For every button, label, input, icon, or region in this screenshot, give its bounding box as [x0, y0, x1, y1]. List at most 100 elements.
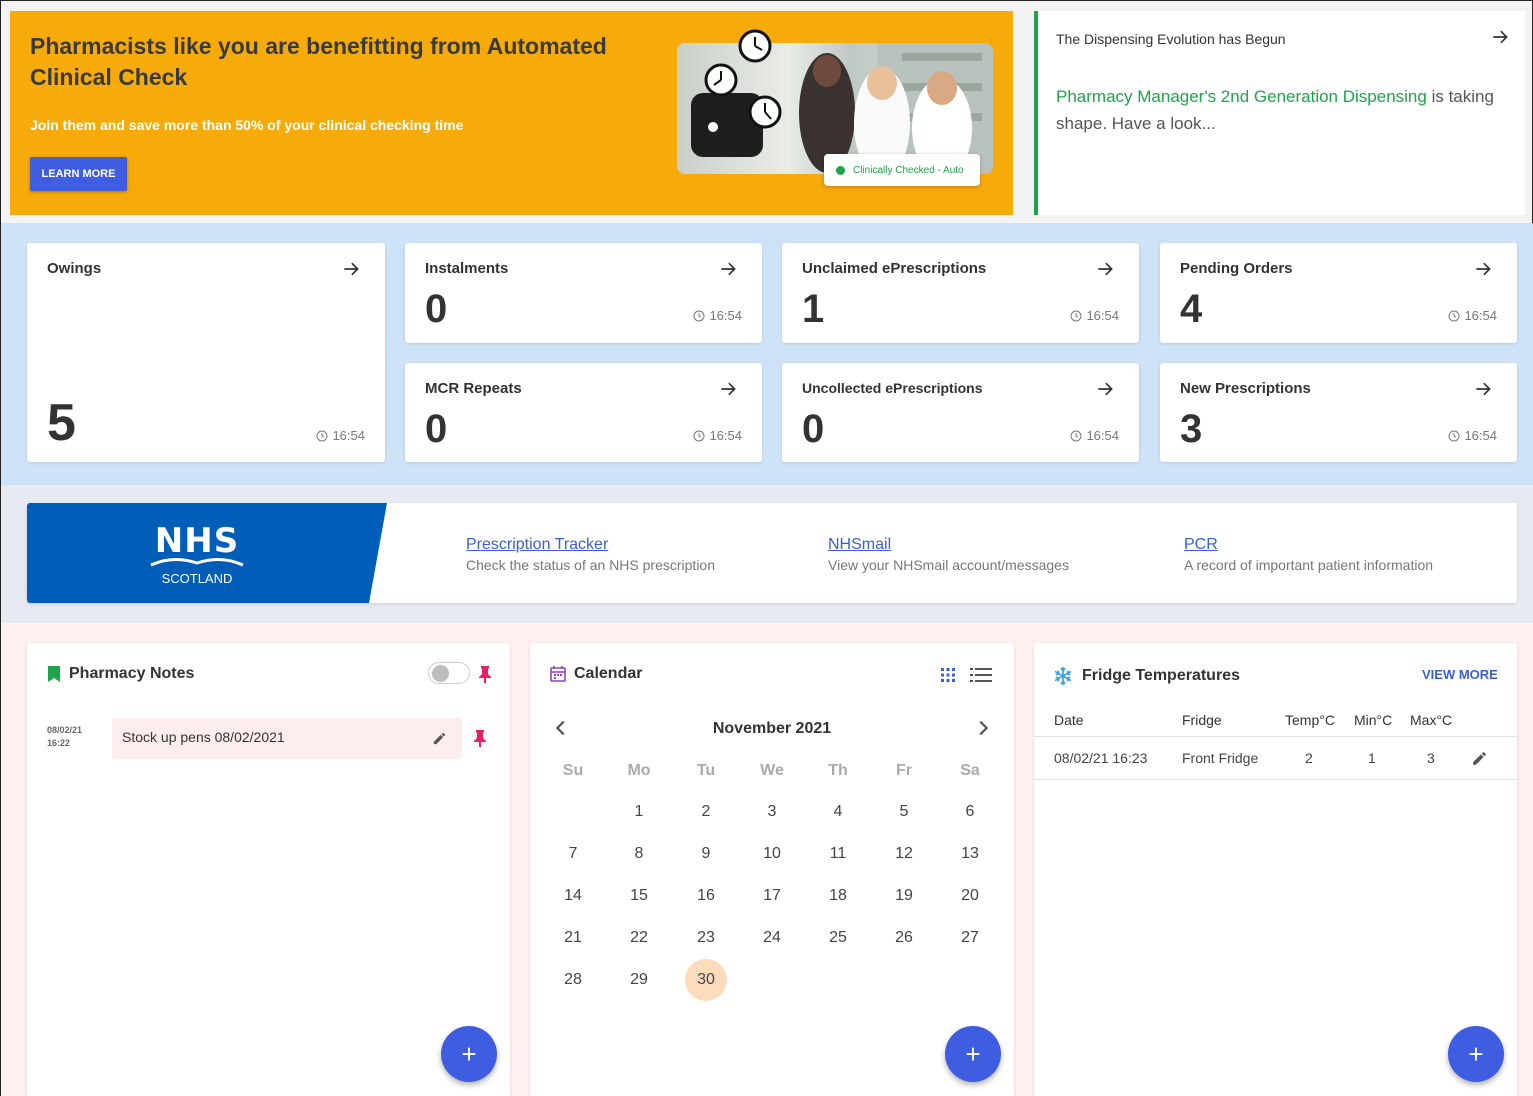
evolution-text: Pharmacy Manager's 2nd Generation Dispen… [1056, 83, 1496, 137]
clock-icon [693, 430, 705, 441]
note-date-day: 08/02/21 [47, 725, 83, 735]
arrow-right-icon[interactable] [1473, 259, 1493, 279]
arrow-right-icon[interactable] [718, 259, 738, 279]
weekday-header: Fr [896, 762, 912, 779]
calendar-day[interactable]: 23 [685, 917, 727, 959]
stat-time: 16:54 [1070, 308, 1119, 323]
stat-card-pending-orders[interactable]: Pending Orders 4 16:54 [1160, 243, 1517, 343]
calendar-day[interactable]: 22 [618, 917, 660, 959]
calendar-day[interactable]: 25 [817, 917, 859, 959]
grid-view-icon[interactable] [940, 667, 956, 683]
stat-time-value: 16:54 [1086, 428, 1119, 443]
clock-icon [316, 430, 328, 441]
prescription-tracker-link[interactable]: Prescription Tracker [466, 536, 608, 554]
arrow-right-icon[interactable] [1095, 259, 1115, 279]
calendar-panel: Calendar November 2021 Su Mo Tu We Th Fr… [530, 643, 1014, 1096]
calendar-day[interactable]: 7 [552, 833, 594, 875]
calendar-day[interactable]: 26 [883, 917, 925, 959]
stat-value: 5 [47, 394, 76, 452]
stat-card-uncollected-eprescriptions[interactable]: Uncollected ePrescriptions 0 16:54 [782, 363, 1139, 462]
nhs-wave-icon [150, 558, 244, 567]
calendar-day[interactable]: 10 [751, 833, 793, 875]
note-item[interactable]: Stock up pens 08/02/2021 [112, 718, 462, 759]
clock-icon [738, 29, 772, 63]
view-more-link[interactable]: VIEW MORE [1422, 667, 1498, 682]
calendar-day[interactable]: 8 [618, 833, 660, 875]
calendar-day[interactable]: 4 [817, 791, 859, 833]
add-note-button[interactable]: + [441, 1026, 497, 1082]
stat-time: 16:54 [693, 428, 742, 443]
calendar-day[interactable]: 14 [552, 875, 594, 917]
cell-fridge: Front Fridge [1182, 750, 1259, 766]
pin-icon[interactable] [473, 729, 487, 747]
arrow-right-icon[interactable] [341, 259, 361, 279]
calendar-day[interactable]: 16 [685, 875, 727, 917]
arrow-right-icon[interactable] [1473, 379, 1493, 399]
weekday-header: Mo [627, 762, 651, 779]
clock-icon [1448, 430, 1460, 441]
calendar-day[interactable]: 19 [883, 875, 925, 917]
calendar-day[interactable]: 21 [552, 917, 594, 959]
clock-icon [704, 63, 738, 97]
calendar-day[interactable]: 6 [949, 791, 991, 833]
add-event-button[interactable]: + [945, 1026, 1001, 1082]
calendar-day[interactable]: 28 [552, 959, 594, 1001]
stat-value: 0 [425, 287, 448, 331]
stat-card-new-prescriptions[interactable]: New Prescriptions 3 16:54 [1160, 363, 1517, 462]
pharmacy-notes-panel: Pharmacy Notes 08/02/21 16:22 Stock up pe… [27, 643, 510, 1096]
toggle-knob [432, 665, 449, 682]
calendar-day[interactable]: 13 [949, 833, 991, 875]
arrow-right-icon[interactable] [1490, 27, 1510, 47]
column-header-max: Max°C [1410, 712, 1453, 728]
stat-card-instalments[interactable]: Instalments 0 16:54 [405, 243, 762, 343]
calendar-day[interactable]: 27 [949, 917, 991, 959]
calendar-day[interactable]: 11 [817, 833, 859, 875]
calendar-day[interactable]: 3 [751, 791, 793, 833]
stat-time: 16:54 [693, 308, 742, 323]
evolution-card[interactable]: The Dispensing Evolution has Begun Pharm… [1034, 11, 1525, 215]
calendar-day[interactable]: 18 [817, 875, 859, 917]
stat-time-value: 16:54 [1464, 308, 1497, 323]
stat-label: MCR Repeats [425, 380, 522, 397]
weekday-header: We [760, 762, 784, 779]
calendar-day[interactable]: 1 [618, 791, 660, 833]
calendar-month: November 2021 [712, 720, 832, 737]
calendar-day-today[interactable]: 30 [685, 959, 727, 1001]
chevron-right-icon[interactable] [972, 717, 994, 739]
list-view-icon[interactable] [970, 666, 992, 684]
edit-icon[interactable] [1471, 750, 1488, 767]
stat-card-mcr-repeats[interactable]: MCR Repeats 0 16:54 [405, 363, 762, 462]
stat-time: 16:54 [1070, 428, 1119, 443]
stat-card-owings[interactable]: Owings 5 16:54 [27, 243, 385, 462]
fridge-title: Fridge Temperatures [1082, 667, 1240, 684]
calendar-day[interactable]: 9 [685, 833, 727, 875]
arrow-right-icon[interactable] [1095, 379, 1115, 399]
calendar-day[interactable]: 29 [618, 959, 660, 1001]
calendar-day[interactable]: 24 [751, 917, 793, 959]
stat-value: 3 [1180, 407, 1203, 451]
calendar-day[interactable]: 17 [751, 875, 793, 917]
learn-more-button[interactable]: LEARN MORE [30, 157, 127, 191]
edit-icon[interactable] [432, 731, 447, 746]
pcr-desc: A record of important patient informatio… [1184, 557, 1434, 573]
calendar-day[interactable]: 2 [685, 791, 727, 833]
stat-card-unclaimed-eprescriptions[interactable]: Unclaimed ePrescriptions 1 16:54 [782, 243, 1139, 343]
calendar-day[interactable]: 15 [618, 875, 660, 917]
badge-label: Clinically Checked - Auto [853, 164, 964, 176]
clock-icon [1070, 310, 1082, 321]
pin-filter-toggle[interactable] [428, 662, 470, 684]
calendar-day[interactable]: 5 [883, 791, 925, 833]
calendar-day[interactable]: 12 [883, 833, 925, 875]
cell-temp: 2 [1305, 750, 1313, 766]
clock-icon [1070, 430, 1082, 441]
calendar-day[interactable]: 20 [949, 875, 991, 917]
evolution-link[interactable]: Pharmacy Manager's 2nd Generation Dispen… [1056, 87, 1427, 106]
add-temperature-button[interactable]: + [1448, 1026, 1504, 1082]
promo-banner: Pharmacists like you are benefitting fro… [10, 11, 1013, 215]
evolution-title: The Dispensing Evolution has Begun [1056, 31, 1286, 47]
arrow-right-icon[interactable] [718, 379, 738, 399]
pcr-link[interactable]: PCR [1184, 536, 1218, 554]
nhsmail-link[interactable]: NHSmail [828, 536, 891, 554]
pin-icon[interactable] [478, 665, 492, 683]
stat-time-value: 16:54 [332, 428, 365, 443]
